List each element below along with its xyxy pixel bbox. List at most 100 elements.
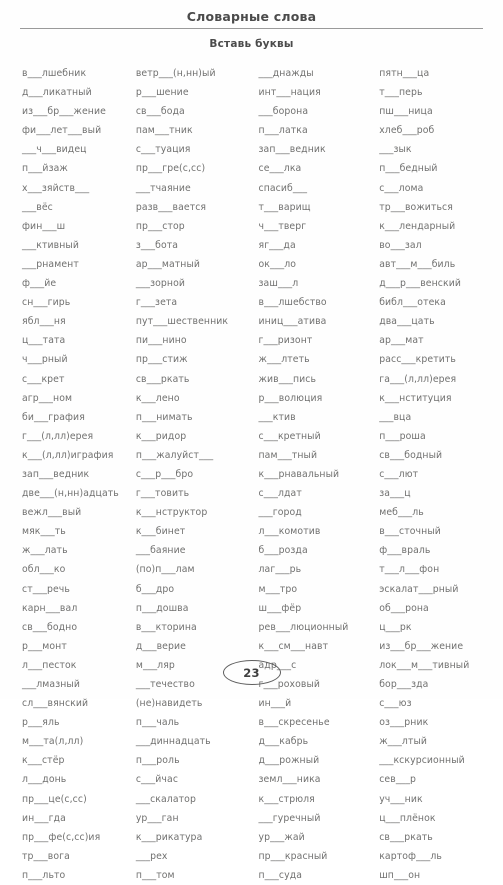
word-entry: х___зяйств___ [22,182,90,194]
word-entry: ин___й [258,698,292,710]
word-entry: ___гуречный [258,812,321,824]
word-entry: ш___фёр [258,602,302,614]
word-entry: ц___тата [22,335,66,347]
word-entry: к___ридор [135,430,187,442]
word-entry: с___кретный [258,430,321,442]
page-number: 23 [222,660,281,685]
word-columns: в___лшебник д___ликатный из___бр___жение фи… [0,64,503,881]
word-entry: к___стёр [22,755,65,767]
word-entry: д___ликатный [22,87,92,99]
word-entry: т___варищ [258,201,311,213]
word-entry: две___(н,нн)адцать [22,488,119,500]
word-entry: п___чаль [135,717,180,729]
word-entry: зап___ведник [22,468,90,480]
word-entry: инт___нация [258,87,321,99]
word-column-2: ветр___(н,нн)ый р___шение св___бода пам___т… [135,64,259,881]
word-entry: пш___ница [379,106,433,118]
word-entry: р___яль [22,717,60,729]
word-entry: пр___це(с,сс) [22,793,87,805]
word-entry: с___лют [379,468,419,480]
word-entry: агр___ном [22,392,73,404]
word-entry: д___рожный [258,755,320,767]
word-entry: ___кскурсионный [379,755,465,767]
word-entry: ___ктив [258,411,296,423]
word-entry: св___ркать [135,373,190,385]
word-entry: п___роша [379,430,426,442]
word-entry: св___ркать [379,831,433,843]
word-column-1: в___лшебник д___ликатный из___бр___жение фи… [22,64,136,881]
word-entry: с___лома [379,182,424,194]
word-entry: г___(л,лл)ерея [22,430,94,442]
word-entry: в___кторина [135,621,197,633]
word-entry: л___донь [22,774,67,786]
word-entry: к___рнавальный [258,468,340,480]
word-entry: п___льто [22,869,66,881]
word-entry: с___лдат [258,488,302,500]
word-entry: д___верие [135,640,186,652]
word-entry: два___цать [379,316,435,328]
word-entry: ф___враль [379,545,431,557]
word-entry: пам___тник [135,125,193,137]
word-entry: л___комотив [258,526,321,538]
word-entry: к___рикатура [135,831,203,843]
word-entry: к___нституция [379,392,452,404]
word-entry: из___бр___жение [22,106,106,118]
word-entry: ст___речь [22,583,70,595]
word-entry: ж___лтый [379,736,428,748]
word-entry: сев___р [379,774,417,786]
word-entry: ___город [258,507,302,519]
word-entry: с___юз [379,698,412,710]
word-entry: ж___лтеть [258,354,310,366]
word-entry: ___вца [379,411,412,423]
word-entry: ___диннадцать [135,736,211,748]
word-entry: об___рона [379,602,429,614]
word-entry: ___баяние [135,545,186,557]
word-entry: картоф___ль [379,850,442,862]
word-entry: п___суда [258,869,303,881]
word-entry: ур___жай [258,831,305,843]
word-entry: ___вёс [22,201,53,213]
word-entry: ___рнамент [22,258,79,270]
word-entry: авт___м___биль [379,258,456,270]
word-entry: з___бота [135,239,179,251]
word-entry: п___нимать [135,411,193,423]
word-entry: в___лшебник [22,68,87,79]
word-entry: с___р___бро [135,468,194,480]
word-entry: с___крет [22,373,65,385]
word-entry: тр___вога [22,850,70,862]
word-entry: заш___л [258,278,299,290]
word-entry: т___л___фон [379,564,440,576]
word-entry: ___днажды [258,68,314,79]
word-entry: пр___стор [135,220,185,232]
word-entry: ар___матный [135,258,201,270]
word-entry: би___графия [22,411,85,423]
word-entry: фин___ш [22,220,66,232]
word-entry: т___перь [379,87,423,99]
word-entry: ч___рный [22,354,68,366]
word-entry: ___рех [135,850,168,862]
word-entry: пр___красный [258,850,328,862]
word-entry: к___лендарный [379,220,456,232]
word-entry: п___йзаж [22,163,68,175]
word-entry: ябл___ня [22,316,66,328]
word-entry: п___жалуйст___ [135,449,214,461]
word-entry: земл___ника [258,774,321,786]
word-entry: р___монт [22,640,67,652]
word-entry: пр___стиж [135,354,188,366]
word-entry: (не)навидеть [135,698,203,710]
word-entry: г___ризонт [258,335,313,347]
page-subtitle: Вставь буквы [209,38,294,50]
word-entry: ч___тверг [258,220,307,232]
word-entry: г___товить [135,488,190,500]
word-entry: в___скресенье [258,717,330,729]
word-entry: ар___мат [379,335,424,347]
word-entry: св___бодный [379,449,443,461]
word-entry: в___лшебство [258,297,327,309]
word-entry: рев___люционный [258,621,349,633]
word-entry: св___бода [135,106,185,118]
word-entry: пр___фе(с,сс)ия [22,831,101,843]
word-entry: п___роль [135,755,180,767]
word-entry: карн___вал [22,602,78,614]
word-entry: уч___ник [379,793,423,805]
word-entry: зап___ведник [258,144,326,156]
